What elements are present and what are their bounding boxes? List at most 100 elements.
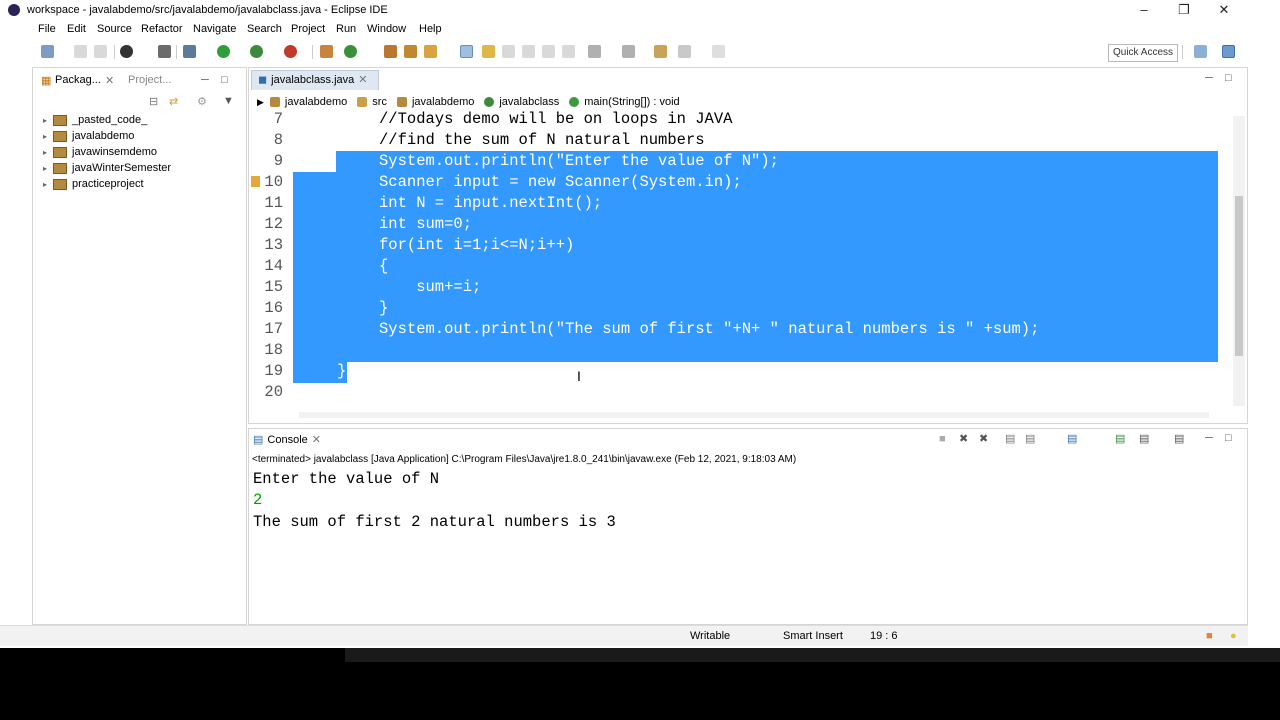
terminate-icon[interactable]: ■ (939, 433, 946, 445)
project-folder-icon (53, 146, 67, 158)
project-item[interactable]: ▸ javawinsemdemo (43, 144, 157, 160)
menu-source[interactable]: Source (97, 23, 132, 35)
maximize-editor-icon[interactable]: □ (1225, 72, 1232, 84)
new-package-icon[interactable] (344, 45, 357, 58)
editor-scrollbar[interactable] (1233, 116, 1245, 406)
scroll-lock-icon[interactable]: ▤ (1025, 432, 1035, 445)
line-number: 16 (264, 299, 283, 317)
display-console-icon[interactable]: ▤ (1115, 432, 1125, 445)
open-task-icon[interactable] (424, 45, 437, 58)
breadcrumb-package[interactable]: javalabdemo (396, 96, 474, 108)
new-class-icon[interactable] (384, 45, 397, 58)
console-icon[interactable] (120, 45, 133, 58)
coverage-icon[interactable] (250, 45, 263, 58)
open-type-icon[interactable] (404, 45, 417, 58)
console-output-line: Enter the value of N (253, 470, 440, 488)
toggle-mark-occurrences-icon[interactable] (460, 45, 473, 58)
text-cursor-icon: I (577, 368, 581, 384)
pen-icon[interactable] (482, 45, 495, 58)
rss-icon[interactable]: ■ (1206, 630, 1213, 642)
view-menu-icon[interactable]: ⚙ (197, 95, 207, 108)
project-item[interactable]: ▸ javalabdemo (43, 128, 134, 144)
minimize-panel-icon[interactable]: ─ (201, 74, 209, 86)
show-on-output-icon[interactable]: ▤ (1067, 432, 1077, 445)
tip-icon[interactable]: ● (1230, 630, 1237, 642)
menu-refactor[interactable]: Refactor (141, 23, 183, 35)
code-text: int sum=0; (379, 215, 473, 233)
last-edit-icon[interactable] (654, 45, 667, 58)
menu-window[interactable]: Window (367, 23, 406, 35)
previous-annotation-icon[interactable] (622, 45, 635, 58)
menu-navigate[interactable]: Navigate (193, 23, 236, 35)
menu-edit[interactable]: Edit (67, 23, 86, 35)
menu-project[interactable]: Project (291, 23, 325, 35)
clear-console-icon[interactable]: ▤ (1005, 432, 1015, 445)
external-tools-icon[interactable] (284, 45, 297, 58)
next-annotation-icon[interactable] (588, 45, 601, 58)
project-item[interactable]: ▸ _pasted_code_ (43, 112, 147, 128)
breadcrumb-src[interactable]: src (357, 96, 387, 108)
code-text: { (379, 257, 389, 275)
new-icon[interactable] (41, 45, 54, 58)
expand-arrow-icon[interactable]: ▸ (43, 132, 53, 141)
quick-access-field[interactable]: Quick Access (1108, 44, 1178, 62)
tab-project-explorer[interactable]: Project... (128, 74, 171, 86)
expand-arrow-icon[interactable]: ▸ (43, 180, 53, 189)
tab-package-explorer[interactable]: Packag... (55, 74, 101, 86)
save-icon[interactable] (74, 45, 87, 58)
menu-file[interactable]: File (38, 23, 56, 35)
chevron-down-icon[interactable]: ▼ (223, 95, 234, 107)
debug-icon[interactable] (183, 45, 196, 58)
status-insert-mode[interactable]: Smart Insert (783, 630, 843, 642)
collapse-all-icon[interactable]: ⊟ (149, 95, 158, 108)
project-item[interactable]: ▸ practiceproject (43, 176, 144, 192)
link-with-editor-icon[interactable]: ⇄ (169, 95, 178, 108)
title-bar: workspace - javalabdemo/src/javalabdemo/… (0, 0, 1248, 20)
open-console-icon[interactable]: ▤ (1174, 432, 1184, 445)
remove-all-icon[interactable]: ✖ (979, 432, 988, 445)
code-text: } (337, 362, 347, 380)
open-perspective-icon[interactable] (1194, 45, 1207, 58)
close-icon[interactable]: ✕ (1214, 2, 1234, 18)
breadcrumb-project[interactable]: javalabdemo (269, 96, 347, 108)
toolbar-icon[interactable] (542, 45, 555, 58)
expand-arrow-icon[interactable]: ▸ (43, 148, 53, 157)
skip-breakpoints-icon[interactable] (158, 45, 171, 58)
menu-search[interactable]: Search (247, 23, 282, 35)
code-area[interactable]: 7//Todays demo will be on loops in JAVA … (249, 111, 1247, 411)
maximize-console-icon[interactable]: □ (1225, 432, 1232, 444)
java-file-icon: ◼ (258, 74, 268, 86)
status-cursor-position: 19 : 6 (870, 630, 898, 642)
close-tab-icon[interactable]: ✕ (105, 74, 114, 87)
breadcrumb-class[interactable]: javalabclass (484, 96, 559, 108)
save-all-icon[interactable] (94, 45, 107, 58)
java-perspective-icon[interactable] (1222, 45, 1235, 58)
tab-console[interactable]: ▤ Console ✕ (253, 433, 321, 447)
maximize-panel-icon[interactable]: □ (221, 74, 228, 86)
expand-arrow-icon[interactable]: ▸ (43, 116, 53, 125)
menu-run[interactable]: Run (336, 23, 356, 35)
minimize-icon[interactable]: – (1134, 2, 1154, 18)
project-item[interactable]: ▸ javaWinterSemester (43, 160, 171, 176)
minimize-editor-icon[interactable]: ─ (1205, 72, 1213, 84)
expand-arrow-icon[interactable]: ▸ (43, 164, 53, 173)
restore-icon[interactable]: ❐ (1174, 2, 1194, 18)
toolbar-icon[interactable] (522, 45, 535, 58)
status-writable: Writable (690, 630, 731, 642)
scrollbar-thumb[interactable] (1235, 196, 1243, 356)
run-icon[interactable] (217, 45, 230, 58)
close-tab-icon[interactable]: ✕ (358, 71, 367, 90)
pin-console-icon[interactable]: ▤ (1139, 432, 1149, 445)
show-whitespace-icon[interactable] (562, 45, 575, 58)
editor-horizontal-scrollbar[interactable] (299, 412, 1209, 418)
toolbar-icon[interactable] (502, 45, 515, 58)
new-java-project-icon[interactable] (320, 45, 333, 58)
breadcrumb-method[interactable]: main(String[]) : void (569, 96, 680, 108)
tab-javalabclass[interactable]: ◼ javalabclass.java ✕ (251, 70, 379, 90)
close-tab-icon[interactable]: ✕ (312, 433, 321, 446)
menu-help[interactable]: Help (419, 23, 442, 35)
remove-launch-icon[interactable]: ✖ (959, 432, 968, 445)
minimize-console-icon[interactable]: ─ (1205, 432, 1213, 444)
forward-icon[interactable] (712, 45, 725, 58)
back-icon[interactable] (678, 45, 691, 58)
